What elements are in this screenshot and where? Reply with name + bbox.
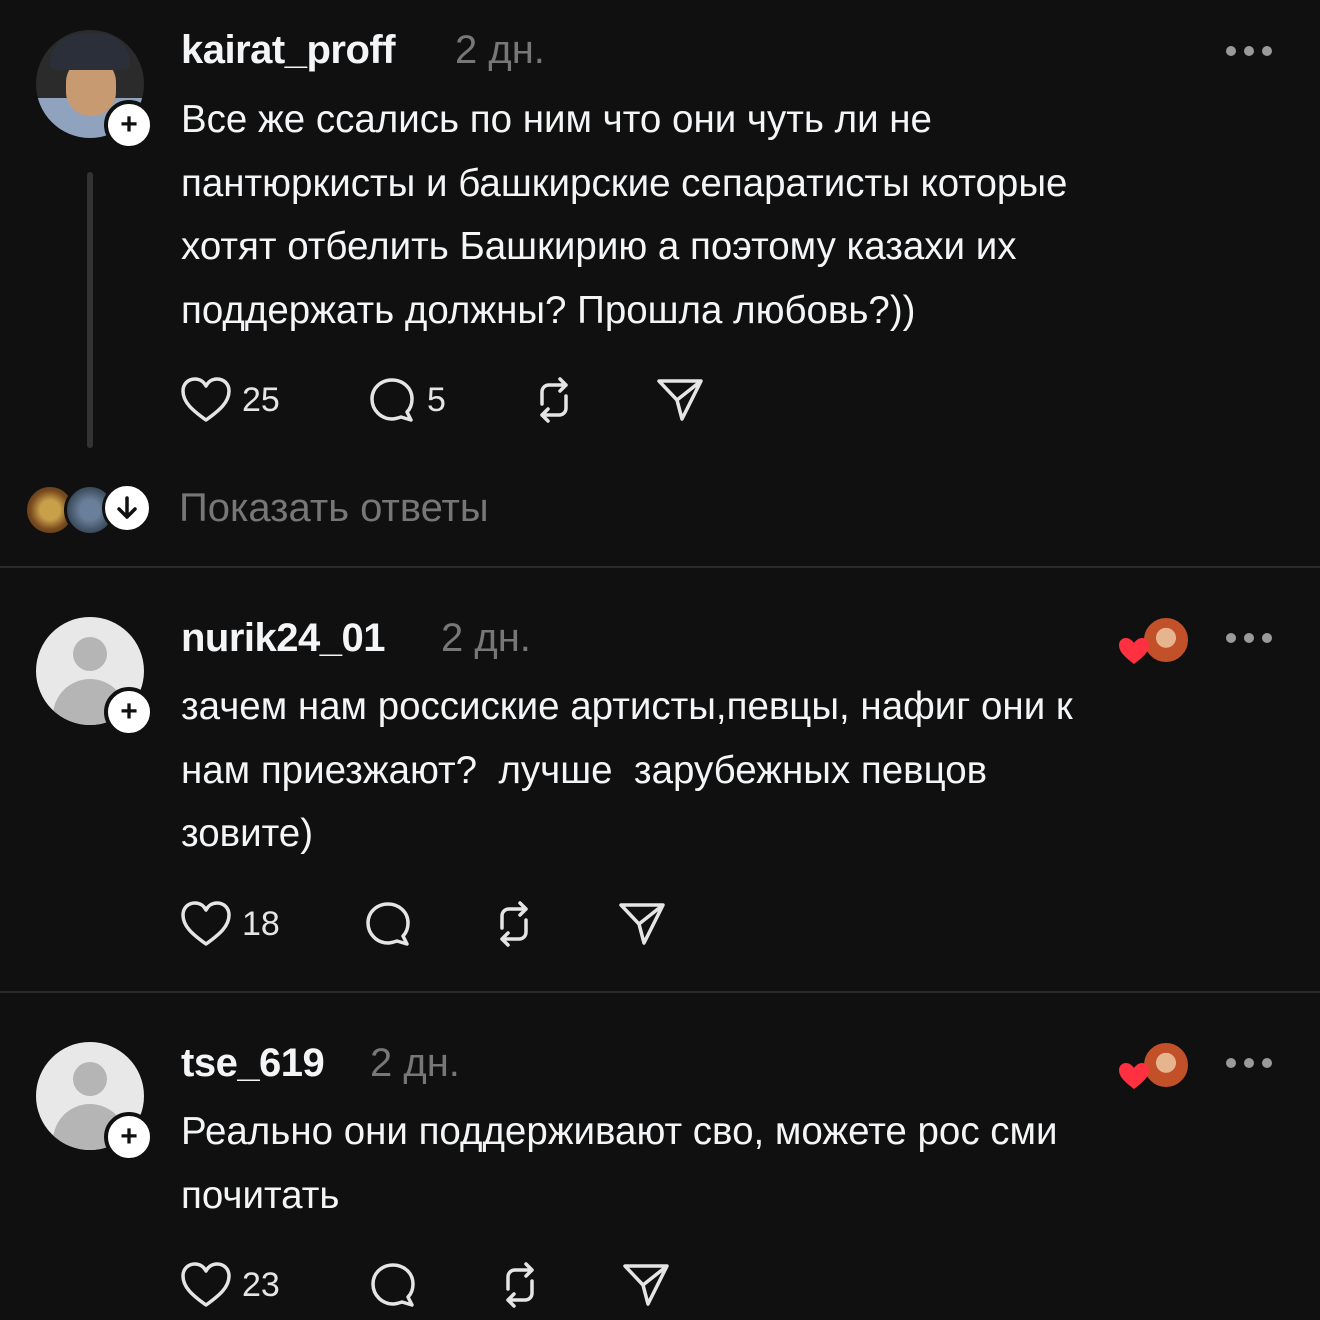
- heart-icon: [1119, 638, 1149, 664]
- heart-icon: [181, 901, 231, 946]
- more-icon[interactable]: [1226, 631, 1272, 645]
- post-text: Все же ссались по ним что они чуть ли не…: [181, 98, 1068, 332]
- reply-button[interactable]: [363, 896, 413, 952]
- post-text: зачем нам россиские артисты,певцы, нафиг…: [181, 685, 1073, 855]
- post-time: 2 дн.: [441, 616, 531, 660]
- post-time: 2 дн.: [370, 1041, 460, 1085]
- repost-button[interactable]: [488, 896, 540, 952]
- like-button[interactable]: 23: [180, 1257, 280, 1313]
- comment-icon: [366, 902, 410, 946]
- post-kairat: + kairat_proff 2 дн. Все же ссались по н…: [0, 0, 1320, 566]
- username[interactable]: tse_619: [181, 1041, 325, 1086]
- show-replies-row[interactable]: Показать ответы: [0, 478, 1320, 538]
- thread-line: [87, 172, 93, 448]
- reply-count: 5: [427, 380, 446, 419]
- send-icon: [623, 1264, 669, 1306]
- heart-icon: [1119, 1063, 1149, 1089]
- like-count: 23: [242, 1265, 280, 1304]
- username[interactable]: nurik24_01: [181, 616, 386, 661]
- repost-icon: [500, 901, 528, 947]
- username[interactable]: kairat_proff: [181, 28, 396, 73]
- like-button[interactable]: 18: [180, 896, 280, 952]
- post-tse: + tse_619 2 дн. Реально они поддерживают…: [0, 993, 1320, 1320]
- repost-icon: [540, 377, 568, 423]
- reply-button[interactable]: 5: [367, 372, 446, 428]
- post-time: 2 дн.: [455, 28, 545, 72]
- like-count: 18: [242, 904, 280, 943]
- share-button[interactable]: [616, 896, 668, 952]
- share-button[interactable]: [654, 372, 706, 428]
- follow-plus-icon[interactable]: +: [104, 1112, 154, 1162]
- repost-button[interactable]: [528, 372, 580, 428]
- send-icon: [619, 903, 665, 945]
- reply-button[interactable]: [368, 1257, 418, 1313]
- follow-plus-icon[interactable]: +: [104, 687, 154, 737]
- show-replies-link[interactable]: Показать ответы: [179, 486, 489, 531]
- follow-plus-icon[interactable]: +: [104, 100, 154, 150]
- repost-button[interactable]: [494, 1257, 546, 1313]
- more-icon[interactable]: [1226, 44, 1272, 58]
- more-icon[interactable]: [1226, 1056, 1272, 1070]
- repost-icon: [506, 1262, 534, 1308]
- like-count: 25: [242, 380, 280, 419]
- heart-icon: [181, 1262, 231, 1307]
- post-text: Реально они поддерживают сво, можете рос…: [181, 1110, 1058, 1217]
- heart-icon: [181, 377, 231, 422]
- post-nurik: + nurik24_01 2 дн. зачем нам россиские а…: [0, 568, 1320, 991]
- comment-icon: [371, 1263, 415, 1307]
- arrow-down-icon[interactable]: [102, 483, 152, 533]
- like-button[interactable]: 25: [180, 372, 280, 428]
- comment-icon: [370, 378, 414, 422]
- send-icon: [657, 379, 703, 421]
- share-button[interactable]: [620, 1257, 672, 1313]
